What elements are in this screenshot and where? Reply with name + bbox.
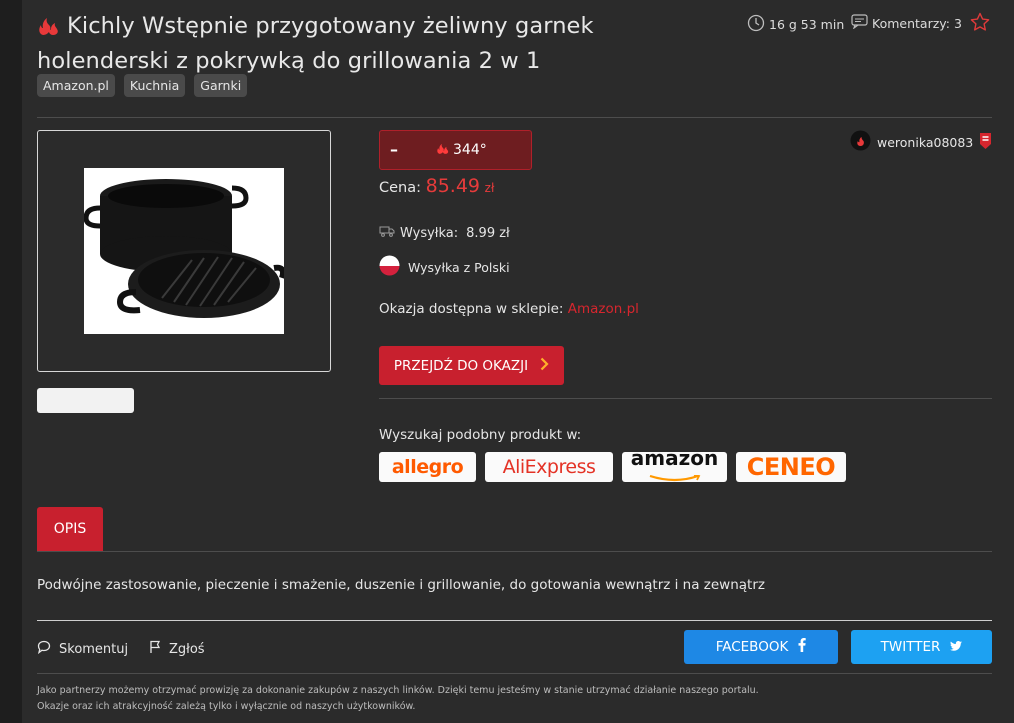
divider — [37, 620, 992, 621]
disclaimer-line-2: Okazje oraz ich atrakcyjność zależą tylk… — [37, 701, 416, 712]
clock-icon — [747, 14, 765, 35]
aliexpress-logo: AliExpress — [502, 456, 596, 478]
deal-title-text: Kichly Wstępnie przygotowany żeliwny gar… — [37, 13, 594, 74]
deal-author[interactable]: weronika08083 — [850, 130, 992, 154]
comments-count-text: Komentarzy: 3 — [872, 15, 962, 31]
shop-ceneo-button[interactable]: CENEO — [736, 452, 846, 482]
price-currency: zł — [484, 181, 495, 195]
go-to-deal-button[interactable]: PRZEJDŹ DO OKAZJI — [379, 346, 564, 385]
facebook-button-label: FACEBOOK — [715, 639, 789, 655]
time-ago-text: 16 g 53 min — [769, 17, 845, 32]
chevron-right-icon — [540, 357, 549, 375]
allegro-logo: allegro — [391, 456, 464, 478]
tab-description[interactable]: OPIS — [37, 507, 103, 551]
deal-description: Podwójne zastosowanie, pieczenie i smaże… — [37, 577, 765, 593]
time-ago: 16 g 53 min — [747, 14, 844, 35]
twitter-icon — [950, 639, 963, 655]
temperature: 344° — [436, 141, 487, 159]
comment-button-label: Skomentuj — [59, 641, 129, 657]
share-twitter-button[interactable]: TWITTER — [851, 630, 992, 664]
tag-category[interactable]: Kuchnia — [123, 74, 186, 97]
report-button-label: Zgłoś — [169, 641, 205, 657]
hot-flame-icon — [37, 13, 61, 45]
tag-list: Amazon.pl Kuchnia Garnki — [37, 74, 248, 97]
divider — [37, 551, 992, 552]
divider — [379, 398, 992, 399]
divider — [37, 673, 992, 674]
go-to-deal-label: PRZEJDŹ DO OKAZJI — [393, 357, 529, 374]
shop-aliexpress-button[interactable]: AliExpress — [485, 452, 613, 482]
search-similar-label: Wyszukaj podobny produkt w: — [379, 427, 582, 443]
shipping-value: 8.99 zł — [466, 225, 510, 241]
store-label: Okazja dostępna w sklepie: — [379, 301, 564, 317]
amazon-logo: amazon — [630, 445, 719, 470]
report-button[interactable]: Zgłoś — [149, 640, 205, 658]
author-name: weronika08083 — [877, 134, 974, 150]
price-label: Cena: — [379, 180, 422, 196]
disclaimer-line-1: Jako partnerzy możemy otrzymać prowizję … — [37, 685, 759, 696]
shipping-label: Wysyłka: — [400, 225, 459, 241]
price-value: 85.49 — [425, 175, 481, 197]
comment-button[interactable]: Skomentuj — [37, 640, 128, 658]
temperature-vote: – 344° — [379, 130, 532, 170]
divider — [37, 117, 992, 118]
flag-icon — [149, 640, 161, 658]
tag-store[interactable]: Amazon.pl — [37, 74, 115, 97]
shop-allegro-button[interactable]: allegro — [379, 452, 476, 482]
user-avatar-icon — [850, 130, 871, 154]
vote-down-button[interactable]: – — [390, 140, 398, 159]
product-image-frame[interactable] — [37, 130, 331, 372]
store-link[interactable]: Amazon.pl — [568, 301, 639, 317]
facebook-icon — [798, 638, 806, 656]
ships-from-text: Wysyłka z Polski — [408, 259, 510, 275]
image-thumbnail[interactable] — [37, 388, 134, 413]
deal-title: Kichly Wstępnie przygotowany żeliwny gar… — [37, 10, 657, 77]
truck-icon — [379, 225, 396, 241]
amazon-smile-icon — [647, 467, 703, 486]
favorite-star-icon[interactable] — [970, 12, 990, 36]
comments-count[interactable]: Komentarzy: 3 — [851, 14, 962, 32]
flame-icon — [436, 141, 450, 159]
affiliate-disclaimer: Jako partnerzy możemy otrzymać prowizję … — [37, 683, 759, 715]
tag-subcategory[interactable]: Garnki — [194, 74, 248, 97]
comment-bubble-icon — [851, 14, 868, 32]
product-image — [83, 168, 286, 334]
poland-flag-icon — [379, 255, 400, 279]
comment-icon — [37, 640, 51, 658]
shop-amazon-button[interactable]: amazon — [622, 445, 727, 482]
user-badge-icon — [979, 132, 992, 153]
price-row: Cena: 85.49 zł — [379, 175, 494, 197]
share-facebook-button[interactable]: FACEBOOK — [684, 630, 838, 664]
ceneo-logo: CENEO — [746, 453, 836, 481]
shipping-row: Wysyłka: 8.99 zł — [379, 225, 510, 241]
ships-from: Wysyłka z Polski — [379, 255, 510, 279]
twitter-button-label: TWITTER — [880, 639, 941, 655]
store-row: Okazja dostępna w sklepie: Amazon.pl — [379, 301, 639, 317]
temperature-value: 344° — [453, 142, 487, 158]
